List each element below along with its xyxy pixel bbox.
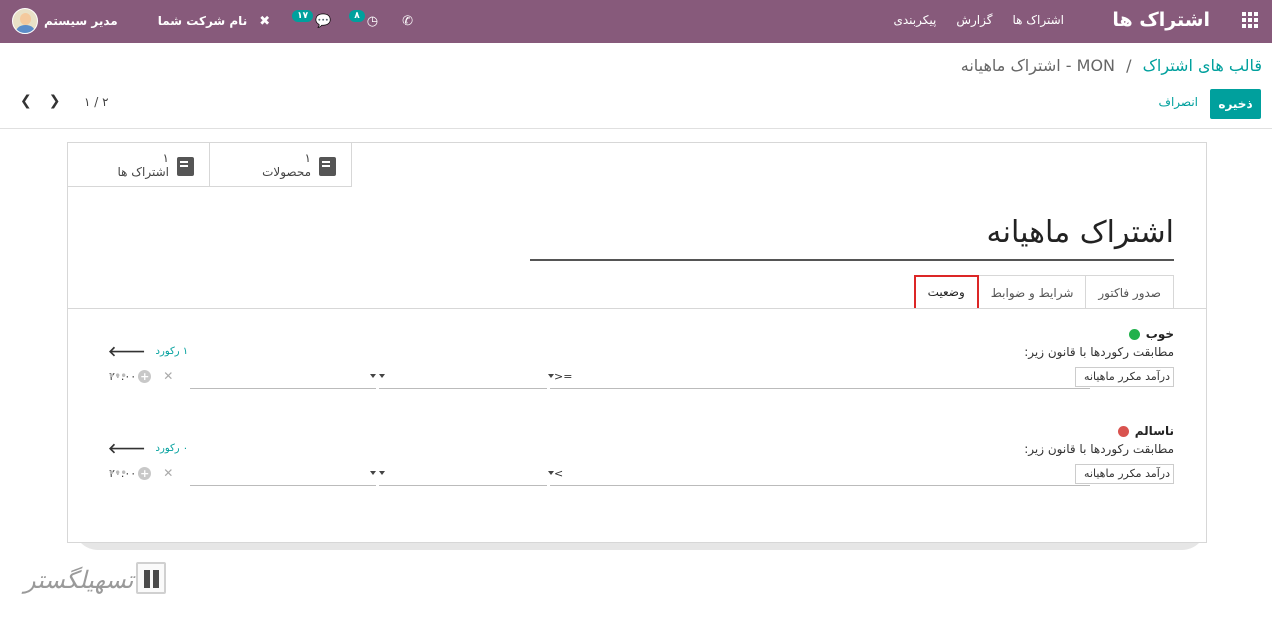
caret-down-icon xyxy=(370,374,376,378)
value-select[interactable]: ۲۰.۰۰ xyxy=(109,462,547,486)
menu-item-subscriptions[interactable]: اشتراک ها xyxy=(1012,13,1064,27)
caret-down-icon xyxy=(370,471,376,475)
notebook-tabs: صدور فاکتور شرایط و ضوابط وضعیت xyxy=(913,275,1174,309)
book-icon xyxy=(319,157,336,176)
form-sheet: ۱ اشتراک ها ۱ محصولات اشتراک ماهیانه صدو… xyxy=(67,142,1207,543)
smart-button-count: ۱ xyxy=(162,151,169,165)
apps-menu-icon[interactable] xyxy=(1242,12,1258,28)
pager-previous-icon[interactable]: ❮ xyxy=(20,93,32,109)
rule-description: مطابقت رکوردها با قانون زیر: xyxy=(1024,345,1174,359)
phone-icon[interactable]: ✆ xyxy=(402,14,413,29)
discard-button[interactable]: انصراف xyxy=(1159,95,1198,109)
arrow-left-icon: 🡐 xyxy=(108,441,146,457)
caret-down-icon xyxy=(379,471,385,475)
app-brand[interactable]: اشتراک ها xyxy=(1112,9,1210,31)
messages-badge: ۱۷ xyxy=(292,10,314,22)
pager-next-icon[interactable]: ❯ xyxy=(49,93,61,109)
delete-rule-icon[interactable]: ✕ xyxy=(163,369,173,383)
add-rule-icon[interactable]: + xyxy=(138,369,152,383)
watermark: تسهیلگستر xyxy=(24,560,174,610)
tab-status[interactable]: وضعیت xyxy=(913,275,979,309)
tab-invoicing[interactable]: صدور فاکتور xyxy=(1085,275,1174,309)
arrow-left-icon: 🡐 xyxy=(108,344,146,360)
operator-select[interactable]: >= xyxy=(548,365,1090,389)
status-heading: ناسالم xyxy=(1117,424,1174,438)
watermark-text: تسهیلگستر xyxy=(24,566,134,594)
status-label: خوب xyxy=(1145,327,1174,341)
operator-select[interactable]: < xyxy=(548,462,1090,486)
status-good: خوب مطابقت رکوردها با قانون زیر: ۱ رکورد… xyxy=(68,327,1206,407)
domain-rule-row: درآمد مکرر ماهیانه < ۲۰.۰۰ ••• + ✕ xyxy=(108,462,1174,490)
breadcrumb-current: MON - اشتراک ماهیانه xyxy=(960,56,1116,75)
records-count[interactable]: ۱ رکورد xyxy=(156,346,189,357)
pager-value[interactable]: ۱ / ۲ xyxy=(84,95,109,109)
ellipsis-icon[interactable]: ••• xyxy=(108,466,127,480)
watermark-logo-icon xyxy=(136,562,166,594)
status-dot-icon xyxy=(1128,328,1140,340)
delete-rule-icon[interactable]: ✕ xyxy=(163,466,173,480)
value-select[interactable]: ۲۰.۰۰ xyxy=(109,365,547,389)
records-count[interactable]: ۰ رکورد xyxy=(156,443,189,454)
smart-buttons: ۱ اشتراک ها ۱ محصولات xyxy=(68,143,352,187)
company-switcher[interactable]: نام شرکت شما xyxy=(158,14,247,28)
activities-badge: ۸ xyxy=(349,10,365,22)
clock-icon: ◷ xyxy=(366,13,379,29)
control-panel-divider xyxy=(0,128,1272,129)
domain-rule-row: درآمد مکرر ماهیانه >= ۲۰.۰۰ ••• + ✕ xyxy=(108,365,1174,393)
row-actions: ••• + ✕ xyxy=(108,466,173,480)
status-dot-icon xyxy=(1117,425,1129,437)
value-input[interactable] xyxy=(190,462,376,486)
main-menu: اشتراک ها گزارش پیکربندی xyxy=(893,13,1064,27)
record-title[interactable]: اشتراک ماهیانه xyxy=(987,215,1174,250)
operator-value: < xyxy=(554,467,564,480)
user-menu-name[interactable]: مدیر سیستم xyxy=(44,14,118,28)
ellipsis-icon[interactable]: ••• xyxy=(108,369,127,383)
operator-value: >= xyxy=(554,370,573,383)
subscriptions-smart-button[interactable]: ۱ اشتراک ها xyxy=(68,143,210,187)
value-input[interactable] xyxy=(190,365,376,389)
messages-button[interactable]: ۱۷ 💬 xyxy=(292,10,332,29)
caret-down-icon xyxy=(379,374,385,378)
smart-button-label: اشتراک ها xyxy=(117,165,169,179)
records-link[interactable]: ۱ رکورد 🡐 xyxy=(108,343,188,360)
pager-navigation: ❮ ❯ xyxy=(20,93,60,109)
chat-icon: 💬 xyxy=(315,13,332,29)
rule-description: مطابقت رکوردها با قانون زیر: xyxy=(1024,442,1174,456)
smart-button-count: ۱ xyxy=(304,151,311,165)
systray: مدیر سیستم نام شرکت شما ✖ ۱۷ 💬 ۸ ◷ ✆ xyxy=(12,7,413,35)
user-avatar[interactable] xyxy=(12,8,38,34)
status-label: ناسالم xyxy=(1134,424,1174,438)
breadcrumb-separator: / xyxy=(1126,56,1132,75)
smart-button-label: محصولات xyxy=(262,165,311,179)
row-actions: ••• + ✕ xyxy=(108,369,173,383)
add-rule-icon[interactable]: + xyxy=(138,466,152,480)
save-button[interactable]: ذخیره xyxy=(1210,89,1261,119)
book-icon xyxy=(177,157,194,176)
status-heading: خوب xyxy=(1128,327,1174,341)
menu-item-reporting[interactable]: گزارش xyxy=(956,13,992,27)
breadcrumb-parent[interactable]: قالب های اشتراک xyxy=(1143,56,1262,75)
tab-terms[interactable]: شرایط و ضوابط xyxy=(977,275,1087,309)
debug-tools-icon[interactable]: ✖ xyxy=(259,14,270,29)
status-bad: ناسالم مطابقت رکوردها با قانون زیر: ۰ رک… xyxy=(68,424,1206,504)
menu-item-configuration[interactable]: پیکربندی xyxy=(893,13,936,27)
records-link[interactable]: ۰ رکورد 🡐 xyxy=(108,440,188,457)
tabs-divider xyxy=(68,308,1206,309)
top-navbar: اشتراک ها اشتراک ها گزارش پیکربندی مدیر … xyxy=(0,0,1272,43)
products-smart-button[interactable]: ۱ محصولات xyxy=(210,143,352,187)
activities-button[interactable]: ۸ ◷ xyxy=(349,10,379,29)
breadcrumb: قالب های اشتراک / MON - اشتراک ماهیانه xyxy=(961,56,1262,75)
title-underline xyxy=(530,259,1174,261)
